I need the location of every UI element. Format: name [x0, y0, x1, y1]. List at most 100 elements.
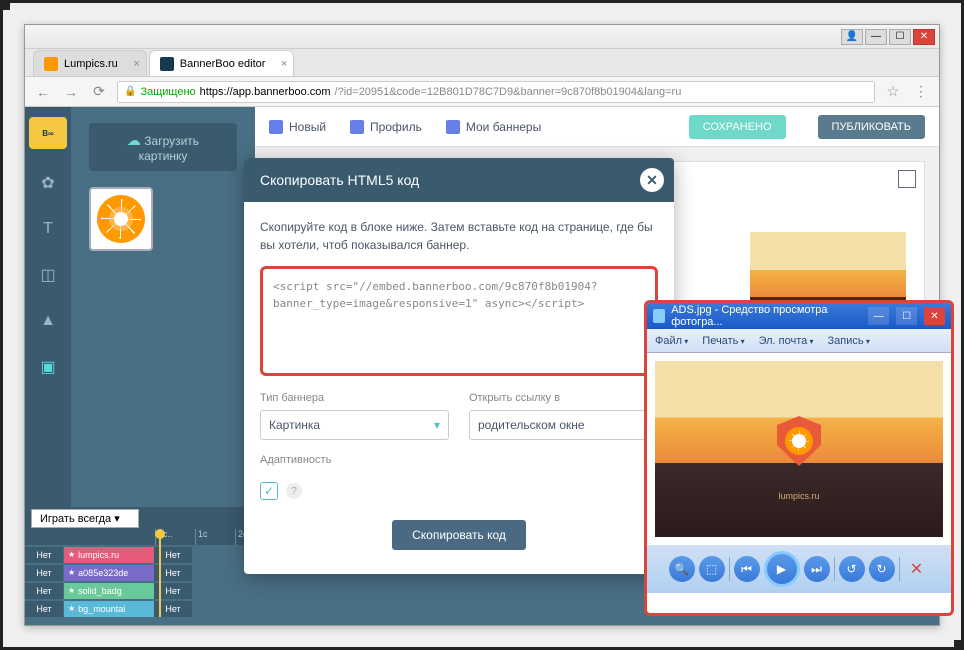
text-icon[interactable]: T	[36, 217, 60, 241]
banner-type-label: Тип баннера	[260, 392, 449, 404]
playhead-cursor[interactable]	[155, 529, 165, 539]
tab-title: Lumpics.ru	[64, 58, 118, 70]
viewer-titlebar[interactable]: ADS.jpg - Средство просмотра фотогра... …	[647, 303, 951, 329]
tab-close-icon[interactable]: ×	[281, 58, 287, 70]
slideshow-button[interactable]: ▶	[764, 551, 800, 587]
back-button[interactable]: ←	[33, 82, 53, 102]
ruler-tick: 1c	[195, 529, 235, 545]
image-icon[interactable]: ▣	[36, 355, 60, 379]
secure-label: Защищено	[140, 86, 195, 98]
expand-icon[interactable]	[898, 170, 916, 188]
image-thumbnail[interactable]	[89, 187, 153, 251]
profile-button[interactable]: Профиль	[350, 120, 422, 134]
adaptive-label: Адаптивность	[260, 454, 658, 466]
reload-button[interactable]: ⟳	[89, 82, 109, 102]
track-name: ★a085e323de	[64, 565, 154, 581]
track-name: ★lumpics.ru	[64, 547, 154, 563]
tab-title: BannerBoo editor	[180, 58, 266, 70]
menu-write[interactable]: Запись	[828, 335, 870, 347]
plus-icon	[269, 120, 283, 134]
separator	[899, 557, 900, 581]
upload-button[interactable]: ☁ Загрузить картинку	[89, 123, 237, 171]
open-link-label: Открыть ссылку в	[469, 392, 658, 404]
minimize-button[interactable]: —	[868, 307, 889, 325]
rotate-left-button[interactable]: ↺	[839, 556, 865, 582]
lock-icon: 🔒	[124, 86, 136, 97]
person-icon	[350, 120, 364, 134]
saved-button[interactable]: СОХРАНЕНО	[689, 115, 786, 139]
window-titlebar: 👤 — ☐ ✕	[25, 25, 939, 49]
shape-icon[interactable]: ◫	[36, 263, 60, 287]
modal-description: Скопируйте код в блоке ниже. Затем встав…	[260, 218, 658, 254]
chevron-down-icon: ▾	[434, 418, 440, 432]
copy-code-button[interactable]: Скопировать код	[392, 520, 526, 550]
url-host: https://app.bannerboo.com	[200, 86, 331, 98]
settings-icon[interactable]: ✿	[36, 171, 60, 195]
viewer-toolbar: 🔍 ⬚ ⏮ ▶ ⏭ ↺ ↻ ✕	[647, 545, 951, 593]
next-button[interactable]: ⏭	[804, 556, 830, 582]
modal-title: Скопировать HTML5 код	[260, 172, 419, 188]
modal-close-button[interactable]: ✕	[640, 168, 664, 192]
star-icon[interactable]: ☆	[883, 82, 903, 102]
copy-code-modal: Скопировать HTML5 код ✕ Скопируйте код в…	[244, 158, 674, 574]
prev-button[interactable]: ⏮	[734, 556, 760, 582]
grid-icon	[446, 120, 460, 134]
app-icon	[653, 309, 665, 323]
star-icon: ★	[68, 547, 75, 563]
upload-text2: картинку	[139, 149, 188, 163]
zoom-out-button[interactable]: 🔍	[669, 556, 695, 582]
viewer-image: lumpics.ru	[655, 361, 943, 537]
track-name: ★solid_badg	[64, 583, 154, 599]
track-name: ★bg_mountai	[64, 601, 154, 617]
upload-text1: Загрузить	[144, 134, 199, 148]
tab-bannerboo[interactable]: BannerBoo editor ×	[149, 50, 295, 76]
orange-icon	[785, 427, 813, 455]
url-path: /?id=20951&code=12B801D78C7D9&banner=9c8…	[335, 86, 682, 98]
zoom-fit-button[interactable]: ⬚	[699, 556, 725, 582]
maximize-button[interactable]: ☐	[889, 29, 911, 45]
star-icon: ★	[68, 565, 75, 581]
menu-file[interactable]: Файл	[655, 335, 688, 347]
orange-icon	[97, 195, 145, 243]
minimize-button[interactable]: —	[865, 29, 887, 45]
adaptive-checkbox[interactable]: ✓	[260, 482, 278, 500]
shield-badge	[777, 416, 821, 466]
top-toolbar: Новый Профиль Мои баннеры СОХРАНЕНО ПУБЛ…	[255, 107, 939, 147]
modal-header: Скопировать HTML5 код ✕	[244, 158, 674, 202]
star-icon: ★	[68, 583, 75, 599]
star-icon: ★	[68, 601, 75, 617]
tab-lumpics[interactable]: Lumpics.ru ×	[33, 50, 147, 76]
person-icon[interactable]: 👤	[841, 29, 863, 45]
rotate-right-button[interactable]: ↻	[869, 556, 895, 582]
url-input[interactable]: 🔒 Защищено https://app.bannerboo.com /?id…	[117, 81, 875, 103]
delete-button[interactable]: ✕	[904, 556, 930, 582]
banners-button[interactable]: Мои баннеры	[446, 120, 541, 134]
open-link-select[interactable]: родительском окне	[469, 410, 658, 440]
image-caption: lumpics.ru	[655, 491, 943, 501]
browser-tabs: Lumpics.ru × BannerBoo editor ×	[25, 49, 939, 77]
separator	[729, 557, 730, 581]
help-icon[interactable]: ?	[286, 483, 302, 499]
cloud-icon: ☁	[127, 132, 141, 148]
address-bar: ← → ⟳ 🔒 Защищено https://app.bannerboo.c…	[25, 77, 939, 107]
code-textarea[interactable]: <script src="//embed.bannerboo.com/9c870…	[260, 266, 658, 376]
banner-type-select[interactable]: Картинка▾	[260, 410, 449, 440]
modal-body: Скопируйте код в блоке ниже. Затем встав…	[244, 202, 674, 574]
play-mode-select[interactable]: Играть всегда ▾	[31, 509, 139, 528]
close-button[interactable]: ✕	[924, 307, 945, 325]
new-button[interactable]: Новый	[269, 120, 326, 134]
menu-print[interactable]: Печать	[702, 335, 744, 347]
photo-viewer-window: ADS.jpg - Средство просмотра фотогра... …	[644, 300, 954, 616]
viewer-title: ADS.jpg - Средство просмотра фотогра...	[671, 304, 855, 328]
separator	[834, 557, 835, 581]
app-logo[interactable]: B∞	[29, 117, 67, 149]
close-button[interactable]: ✕	[913, 29, 935, 45]
menu-icon[interactable]: ⋮	[911, 82, 931, 102]
publish-button[interactable]: ПУБЛИКОВАТЬ	[818, 115, 925, 139]
maximize-button[interactable]: ☐	[896, 307, 917, 325]
paint-icon[interactable]: ▲	[36, 309, 60, 333]
menu-email[interactable]: Эл. почта	[759, 335, 814, 347]
favicon-icon	[160, 57, 174, 71]
forward-button[interactable]: →	[61, 82, 81, 102]
tab-close-icon[interactable]: ×	[133, 58, 139, 70]
